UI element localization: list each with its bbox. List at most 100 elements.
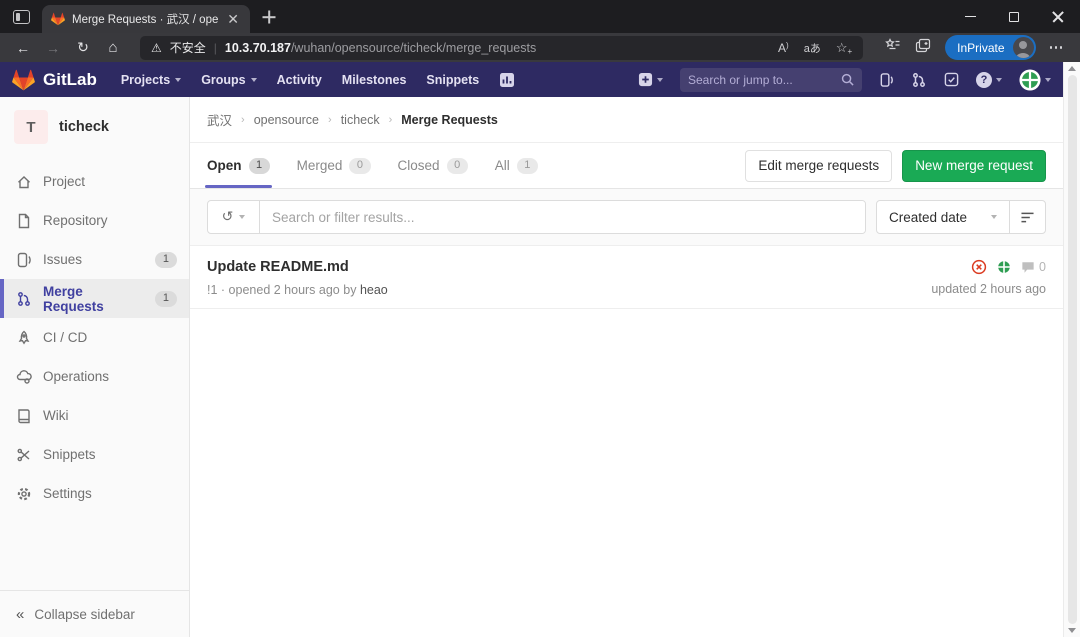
user-menu[interactable] [1019, 69, 1051, 91]
chart-icon[interactable] [499, 72, 515, 88]
user-avatar [1019, 69, 1041, 91]
sort-controls: Created date [876, 200, 1046, 234]
tab-title: Merge Requests · 武汉 / opensou [72, 11, 218, 27]
project-sidebar: T ticheck Project Repository [0, 97, 190, 637]
maximize-button[interactable] [992, 0, 1036, 33]
issues-count-badge: 1 [155, 252, 177, 268]
page-scrollbar[interactable] [1063, 62, 1080, 637]
gitlab-nav-links: Projects Groups Activity Milestones Snip… [121, 72, 515, 88]
add-favorite-icon[interactable] [836, 40, 852, 56]
url-text: 10.3.70.187/wuhan/opensource/ticheck/mer… [225, 39, 536, 57]
inprivate-badge[interactable]: InPrivate [945, 35, 1035, 60]
scroll-up-icon[interactable] [1068, 66, 1076, 71]
home-button[interactable] [98, 39, 128, 56]
browser-profile-avatar[interactable] [1013, 37, 1034, 58]
browser-window: Merge Requests · 武汉 / opensou ✕ 不安全 | 10… [0, 0, 1080, 637]
security-label[interactable]: 不安全 [170, 39, 206, 56]
nav-milestones[interactable]: Milestones [342, 73, 407, 87]
browser-menu-icon[interactable] [1050, 46, 1063, 49]
merge-request-row[interactable]: Update README.md !1 · opened 2 hours ago… [190, 246, 1063, 309]
minimize-button[interactable] [948, 0, 992, 33]
project-context[interactable]: T ticheck [0, 97, 189, 156]
pipeline-failed-icon[interactable] [971, 259, 987, 275]
nav-activity[interactable]: Activity [277, 73, 322, 87]
gitlab-logo[interactable]: GitLab [12, 69, 97, 91]
breadcrumb-separator: › [328, 114, 332, 126]
breadcrumb-project[interactable]: ticheck [341, 113, 380, 127]
global-search[interactable] [680, 68, 862, 92]
sidebar-item-snippets[interactable]: Snippets [0, 435, 189, 474]
tab-close-icon[interactable]: ✕ [225, 12, 241, 26]
nav-snippets[interactable]: Snippets [426, 73, 479, 87]
mr-title-link[interactable]: Update README.md [207, 259, 931, 275]
window-controls [948, 0, 1080, 33]
back-button[interactable] [8, 40, 38, 56]
chevron-down-icon [657, 78, 663, 82]
filter-search-input[interactable] [260, 201, 865, 233]
warning-icon [151, 39, 162, 57]
sidebar-item-cicd[interactable]: CI / CD [0, 318, 189, 357]
sidebar-item-merge-requests[interactable]: Merge Requests 1 [0, 279, 189, 318]
tab-layout-icon[interactable] [13, 10, 30, 24]
url-host: 10.3.70.187 [225, 41, 291, 55]
edit-merge-requests-button[interactable]: Edit merge requests [745, 150, 892, 182]
breadcrumb-group[interactable]: 武汉 [207, 110, 232, 129]
scroll-down-icon[interactable] [1068, 628, 1076, 633]
filter-search[interactable] [207, 200, 866, 234]
forward-button[interactable] [38, 40, 68, 56]
breadcrumb-subgroup[interactable]: opensource [254, 113, 319, 127]
gitlab-navbar-right: ? [638, 68, 1051, 92]
sort-by-dropdown[interactable]: Created date [877, 201, 1009, 233]
nav-projects[interactable]: Projects [121, 73, 181, 87]
tab-open[interactable]: Open 1 [207, 143, 270, 188]
new-merge-request-button[interactable]: New merge request [902, 150, 1046, 182]
todos-icon[interactable] [944, 72, 959, 87]
mr-count-badge: 1 [155, 291, 177, 307]
recent-searches-button[interactable] [208, 201, 260, 233]
home-icon [16, 174, 32, 190]
scrollbar-thumb[interactable] [1068, 75, 1077, 624]
inprivate-label: InPrivate [957, 41, 1004, 55]
new-menu-button[interactable] [638, 72, 663, 87]
tab-closed[interactable]: Closed 0 [398, 143, 468, 188]
mr-comments[interactable]: 0 [1021, 260, 1046, 274]
global-search-input[interactable] [688, 73, 841, 87]
sidebar-item-repository[interactable]: Repository [0, 201, 189, 240]
collections-icon[interactable] [915, 38, 931, 58]
brand-name[interactable]: GitLab [43, 70, 97, 90]
collapse-sidebar-button[interactable]: « Collapse sidebar [0, 590, 189, 637]
mr-author-link[interactable]: heao [360, 283, 388, 297]
sidebar-item-settings[interactable]: Settings [0, 474, 189, 513]
browser-titlebar: Merge Requests · 武汉 / opensou ✕ [0, 0, 1080, 33]
help-menu[interactable]: ? [976, 72, 1002, 88]
tab-merged[interactable]: Merged 0 [297, 143, 371, 188]
refresh-button[interactable] [68, 39, 98, 56]
tab-closed-count: 0 [447, 158, 468, 174]
browser-tab[interactable]: Merge Requests · 武汉 / opensou ✕ [42, 5, 250, 33]
read-aloud-icon[interactable] [778, 41, 789, 55]
mr-ref: !1 [207, 283, 217, 297]
mr-updated: updated 2 hours ago [931, 282, 1046, 296]
content-area: 武汉 › opensource › ticheck › Merge Reques… [190, 97, 1063, 637]
file-icon [16, 213, 32, 229]
sort-direction-button[interactable] [1009, 201, 1045, 233]
assignee-avatar[interactable] [996, 259, 1012, 275]
sidebar-item-wiki[interactable]: Wiki [0, 396, 189, 435]
new-tab-button[interactable] [256, 4, 282, 30]
url-path: /wuhan/opensource/ticheck/merge_requests [291, 41, 536, 55]
chevron-down-icon [175, 78, 181, 82]
favorites-icon[interactable] [885, 38, 901, 57]
scissors-icon [16, 447, 32, 463]
nav-groups[interactable]: Groups [201, 73, 256, 87]
sidebar-item-operations[interactable]: Operations [0, 357, 189, 396]
issues-icon [16, 252, 32, 268]
sidebar-item-issues[interactable]: Issues 1 [0, 240, 189, 279]
tab-all[interactable]: All 1 [495, 143, 538, 188]
tanuki-icon [12, 69, 35, 91]
sidebar-item-project[interactable]: Project [0, 162, 189, 201]
merge-requests-shortcut-icon[interactable] [911, 72, 927, 88]
address-bar[interactable]: 不安全 | 10.3.70.187/wuhan/opensource/tiche… [140, 36, 863, 60]
translate-icon[interactable] [804, 40, 821, 56]
issues-shortcut-icon[interactable] [879, 72, 894, 88]
close-button[interactable] [1036, 0, 1080, 33]
